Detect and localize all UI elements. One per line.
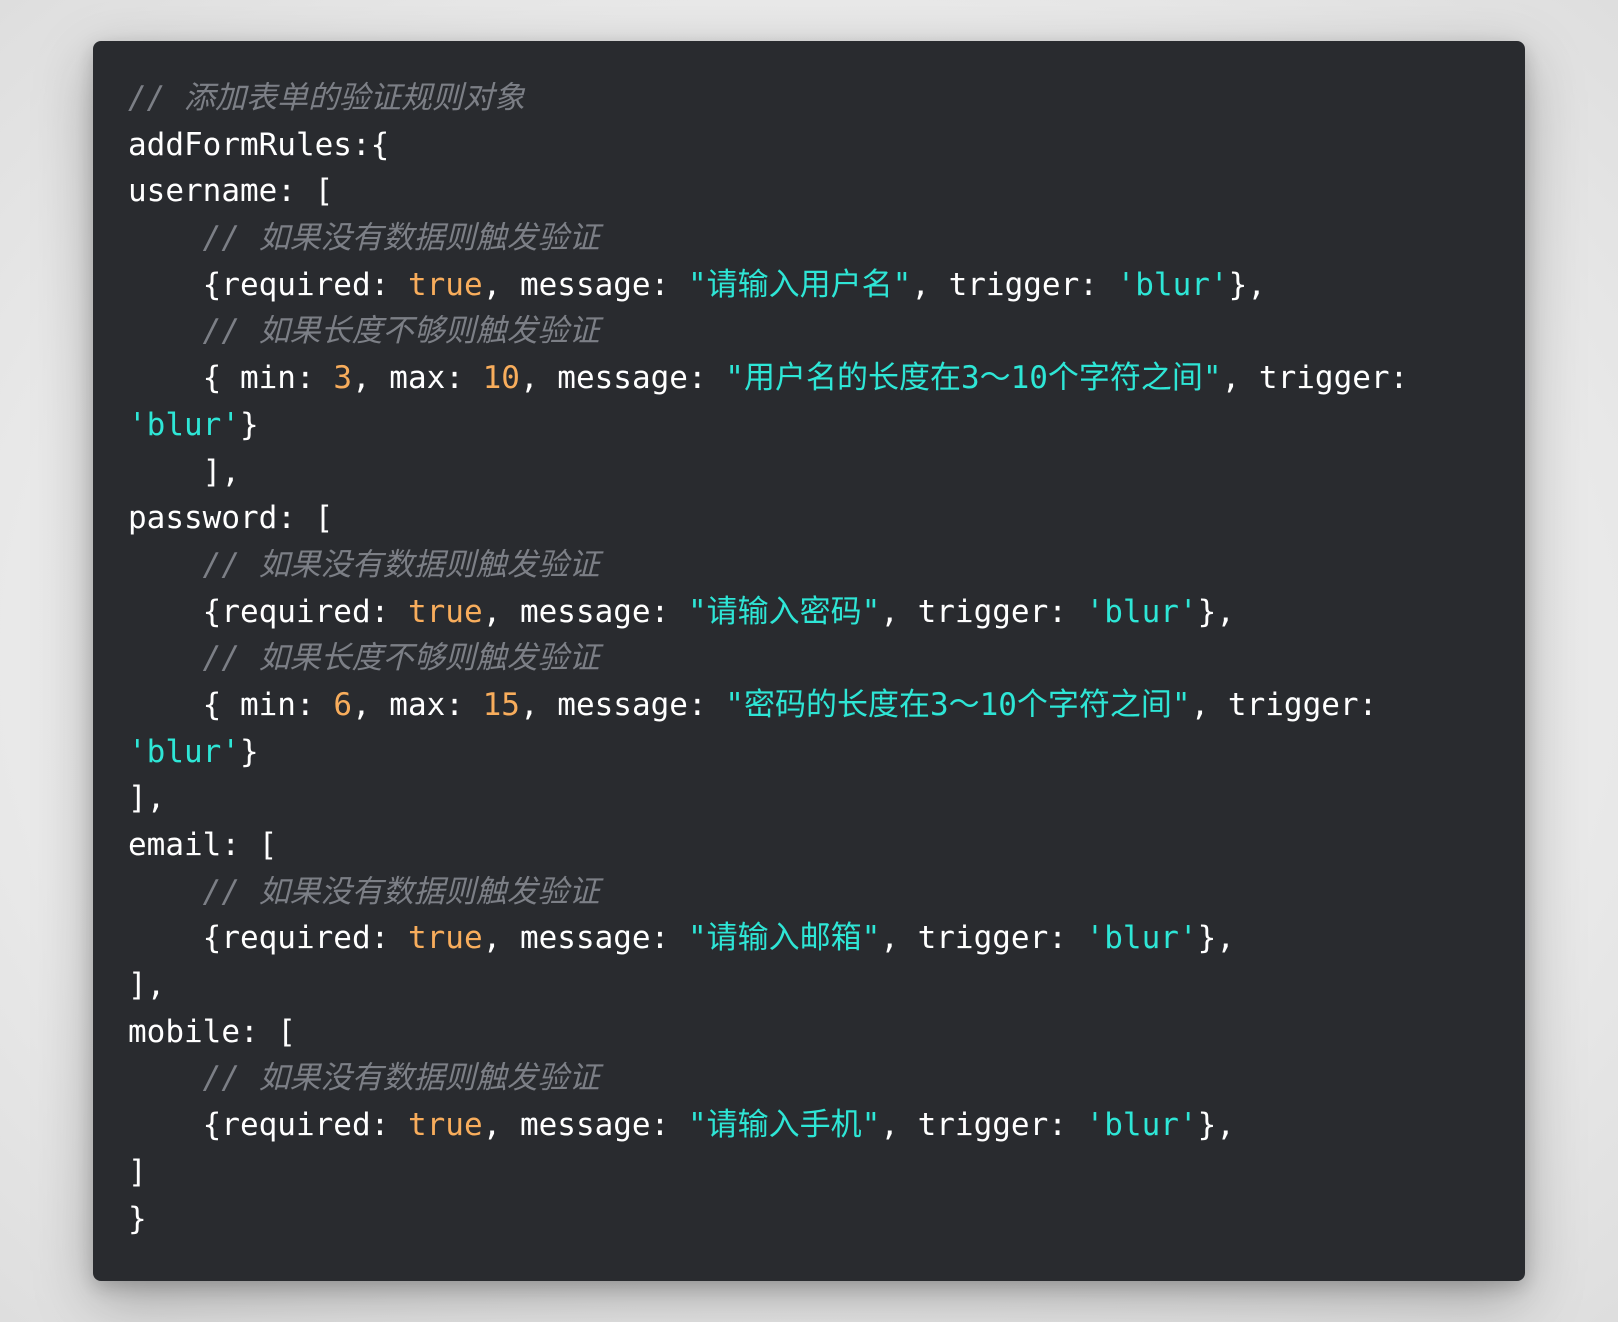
code-line: // 如果没有数据则触发验证 <box>128 542 1491 589</box>
code-string: 'blur' <box>1085 920 1198 957</box>
code-text: { min: <box>128 360 334 397</box>
code-text: , message: <box>482 1107 688 1144</box>
code-string: 'blur' <box>1116 266 1229 303</box>
code-line: {required: true, message: "请输入密码", trigg… <box>128 589 1491 636</box>
code-keyword: true <box>407 593 483 630</box>
code-line: mobile: [ <box>128 1009 1491 1056</box>
code-line: ], <box>128 449 1491 496</box>
code-string: "请输入手机" <box>687 1107 881 1144</box>
code-line: ], <box>128 775 1491 822</box>
code-line: {required: true, message: "请输入用户名", trig… <box>128 262 1491 309</box>
code-line: addFormRules:{ <box>128 122 1491 169</box>
code-text: {required: <box>128 593 408 630</box>
code-line: email: [ <box>128 822 1491 869</box>
code-string: "密码的长度在3～10个字符之间" <box>725 686 1191 723</box>
code-string: 'blur' <box>128 406 240 443</box>
code-text: { min: <box>128 686 334 723</box>
code-comment: // 如果没有数据则触发验证 <box>128 220 600 257</box>
code-string: "请输入邮箱" <box>687 920 881 957</box>
code-line: // 如果长度不够则触发验证 <box>128 635 1491 682</box>
code-line: 'blur'} <box>128 729 1491 776</box>
code-text: {required: <box>128 1107 408 1144</box>
code-keyword: true <box>407 1107 483 1144</box>
code-text: username: [ <box>128 173 334 210</box>
code-string: "请输入用户名" <box>687 266 912 303</box>
code-number: 10 <box>482 360 520 397</box>
code-line: // 如果没有数据则触发验证 <box>128 869 1491 916</box>
code-text: } <box>239 406 259 443</box>
code-text: } <box>128 1200 147 1237</box>
code-text: }, <box>1197 1107 1235 1144</box>
code-text: } <box>239 733 259 770</box>
code-line: ], <box>128 962 1491 1009</box>
code-text: , message: <box>482 593 688 630</box>
code-text: {required: <box>128 920 408 957</box>
code-text: ], <box>128 453 240 490</box>
code-text: {required: <box>128 266 408 303</box>
code-line: password: [ <box>128 495 1491 542</box>
code-comment: // 添加表单的验证规则对象 <box>128 80 525 116</box>
code-number: 3 <box>333 360 352 397</box>
code-line: // 添加表单的验证规则对象 <box>128 75 1491 122</box>
code-line: // 如果长度不够则触发验证 <box>128 308 1491 355</box>
code-comment: // 如果没有数据则触发验证 <box>128 546 600 583</box>
code-content: // 添加表单的验证规则对象 addFormRules:{username: [ … <box>128 75 1491 1242</box>
code-line: ] <box>128 1149 1491 1196</box>
code-comment: // 如果长度不够则触发验证 <box>128 313 600 350</box>
code-text: email: [ <box>128 827 278 863</box>
code-number: 15 <box>482 686 520 723</box>
code-string: "用户名的长度在3～10个字符之间" <box>725 360 1222 397</box>
code-text: , trigger: <box>880 920 1086 957</box>
code-line: // 如果没有数据则触发验证 <box>128 215 1491 262</box>
code-text: addFormRules:{ <box>128 126 390 163</box>
code-text: , max: <box>351 686 483 723</box>
code-line: 'blur'} <box>128 402 1491 449</box>
code-text: , message: <box>482 266 688 303</box>
code-line: { min: 3, max: 10, message: "用户名的长度在3～10… <box>128 355 1491 402</box>
code-line: {required: true, message: "请输入手机", trigg… <box>128 1102 1491 1149</box>
code-string: 'blur' <box>128 733 240 770</box>
code-text: ], <box>128 780 166 817</box>
code-text: , max: <box>351 360 483 397</box>
code-text: mobile: [ <box>128 1013 296 1050</box>
code-line: // 如果没有数据则触发验证 <box>128 1055 1491 1102</box>
code-string: "请输入密码" <box>687 593 881 630</box>
code-line: {required: true, message: "请输入邮箱", trigg… <box>128 915 1491 962</box>
code-string: 'blur' <box>1085 1107 1198 1144</box>
code-comment: // 如果长度不够则触发验证 <box>128 640 600 677</box>
code-text: , message: <box>482 920 688 957</box>
code-comment: // 如果没有数据则触发验证 <box>128 873 600 910</box>
code-text: , message: <box>519 360 726 397</box>
code-text: }, <box>1197 920 1235 957</box>
code-block: // 添加表单的验证规则对象 addFormRules:{username: [ … <box>93 41 1525 1281</box>
code-text: ], <box>128 967 166 1004</box>
code-line: { min: 6, max: 15, message: "密码的长度在3～10个… <box>128 682 1491 729</box>
code-text: , trigger: <box>1221 360 1409 397</box>
code-text: , trigger: <box>880 593 1086 630</box>
code-text: password: [ <box>128 500 334 537</box>
code-text: , message: <box>519 686 726 723</box>
code-text: , trigger: <box>880 1107 1086 1144</box>
code-text: ] <box>128 1153 147 1190</box>
code-text: , trigger: <box>1190 686 1378 723</box>
code-text: , trigger: <box>911 266 1117 303</box>
code-text: }, <box>1228 266 1266 303</box>
code-keyword: true <box>407 266 483 303</box>
code-string: 'blur' <box>1085 593 1198 630</box>
code-line: } <box>128 1196 1491 1243</box>
code-number: 6 <box>333 686 352 723</box>
code-keyword: true <box>407 920 483 957</box>
code-text: }, <box>1197 593 1235 630</box>
code-line: username: [ <box>128 168 1491 215</box>
code-comment: // 如果没有数据则触发验证 <box>128 1060 600 1097</box>
